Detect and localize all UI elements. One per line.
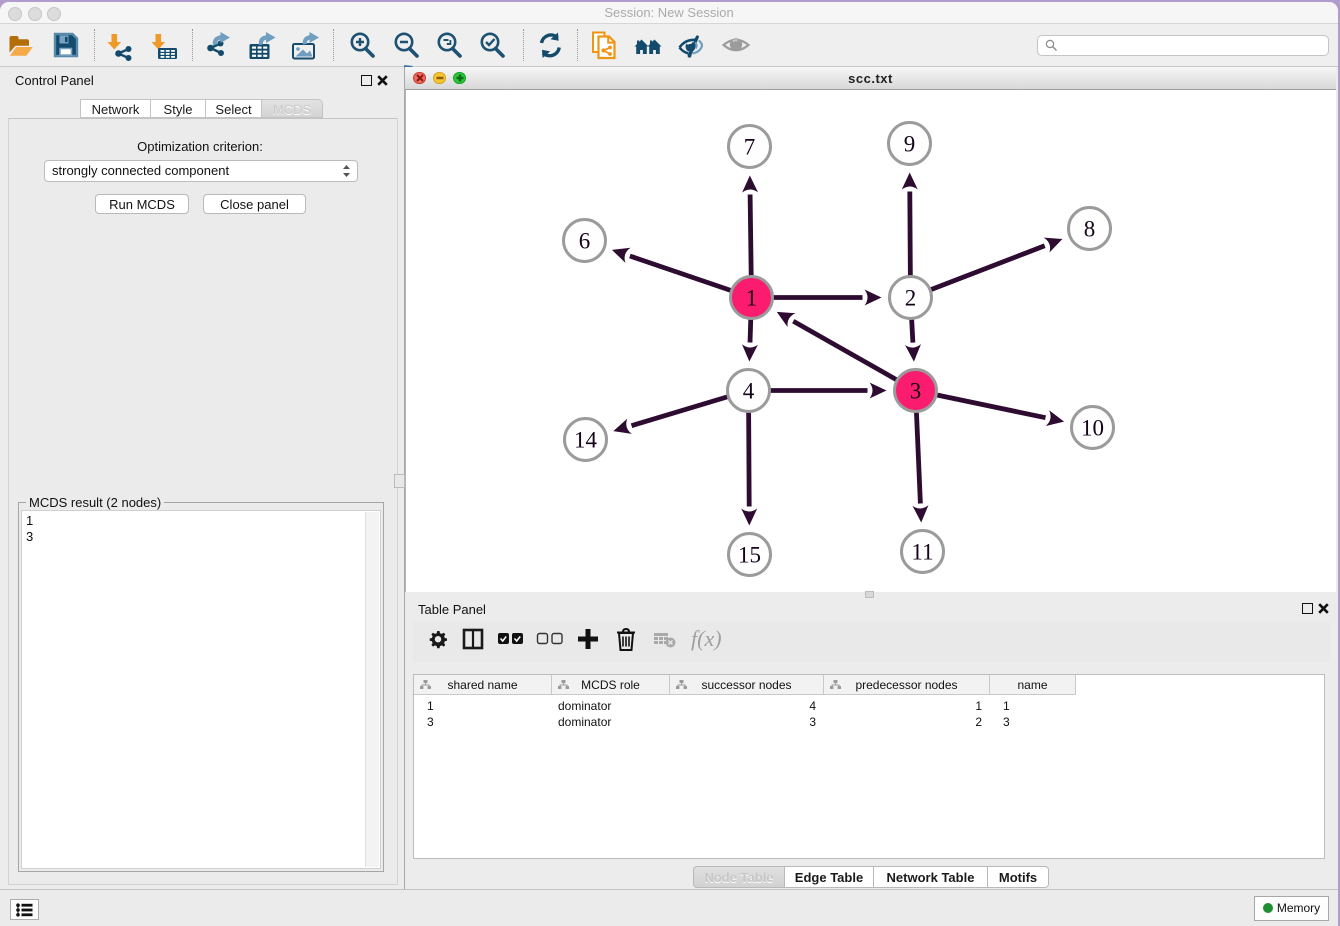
svg-text:14: 14 bbox=[574, 428, 598, 453]
svg-text:6: 6 bbox=[579, 229, 591, 254]
svg-text:11: 11 bbox=[911, 540, 933, 565]
svg-text:9: 9 bbox=[904, 132, 916, 157]
svg-text:8: 8 bbox=[1084, 217, 1096, 242]
svg-text:7: 7 bbox=[744, 135, 756, 160]
svg-text:10: 10 bbox=[1081, 416, 1104, 441]
svg-text:15: 15 bbox=[738, 543, 761, 568]
svg-text:1: 1 bbox=[746, 286, 758, 311]
svg-text:4: 4 bbox=[743, 379, 755, 404]
svg-text:2: 2 bbox=[905, 286, 917, 311]
svg-text:3: 3 bbox=[910, 379, 922, 404]
